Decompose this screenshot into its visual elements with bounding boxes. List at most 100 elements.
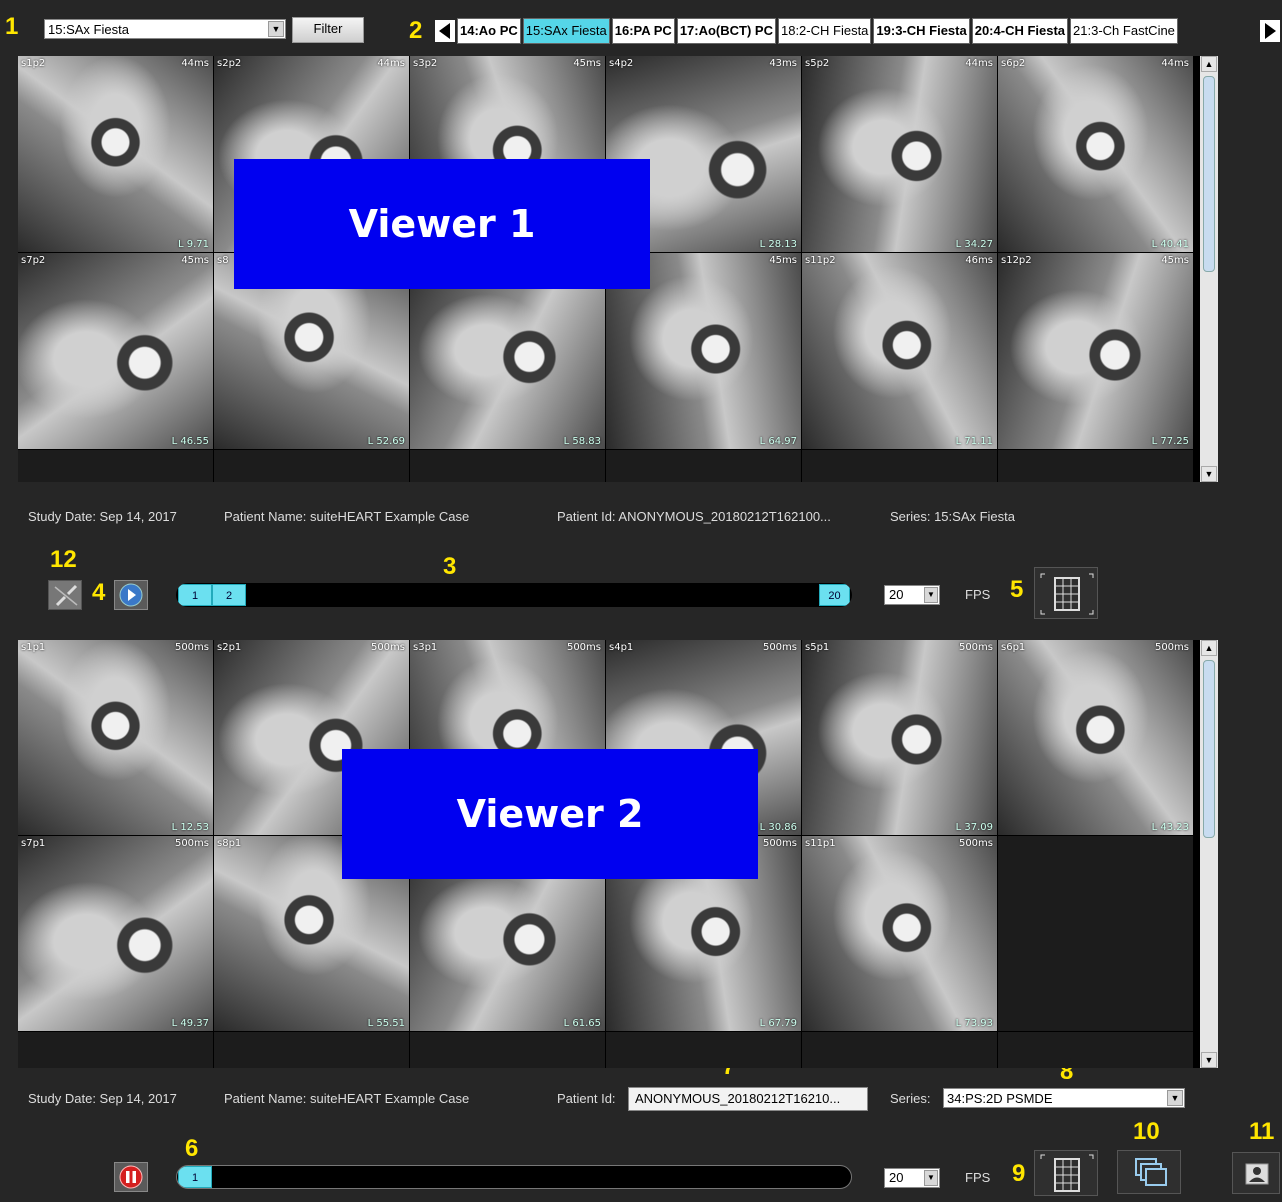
- series-tabs: 14:Ao PC 15:SAx Fiesta 16:PA PC 17:Ao(BC…: [457, 18, 1180, 44]
- trigger-time-label: 44ms: [181, 58, 209, 69]
- tab-scroll-left-button[interactable]: [435, 20, 455, 42]
- patient-id-label: Patient Id:: [557, 1091, 616, 1106]
- image-cell[interactable]: s7p2 45ms L 46.55: [18, 253, 213, 449]
- empty-image-slot[interactable]: [410, 1032, 605, 1068]
- study-date: Study Date: Sep 14, 2017: [28, 1091, 177, 1106]
- left-arrow-icon: [439, 23, 450, 39]
- image-cell[interactable]: s7p1 500ms L 49.37: [18, 836, 213, 1031]
- slice-location-label: L 28.13: [759, 239, 797, 250]
- callout-9: 9: [1012, 1160, 1026, 1187]
- slice-phase-label: s7p1: [21, 838, 46, 849]
- compare-windows-button[interactable]: [1117, 1150, 1181, 1194]
- play-button[interactable]: [114, 580, 148, 610]
- viewer-2-scrollbar[interactable]: ▲ ▼: [1200, 640, 1218, 1068]
- callout-6: 6: [185, 1135, 199, 1162]
- empty-image-slot[interactable]: [214, 1032, 409, 1068]
- slice-location-label: L 77.25: [1151, 436, 1189, 447]
- image-cell[interactable]: s12p2 45ms L 77.25: [998, 253, 1193, 449]
- person-icon: [1245, 1163, 1269, 1185]
- slice-phase-label: s3p1: [413, 642, 438, 653]
- scroll-up-icon[interactable]: ▲: [1201, 640, 1217, 656]
- slice-location-label: L 9.71: [177, 239, 209, 250]
- image-cell[interactable]: s1p2 44ms L 9.71: [18, 56, 213, 252]
- tab-series[interactable]: 20:4-CH Fiesta: [971, 18, 1069, 44]
- tab-series[interactable]: 14:Ao PC: [457, 18, 521, 44]
- patient-name: Patient Name: suiteHEART Example Case: [224, 1091, 470, 1106]
- image-cell[interactable]: s5p2 44ms L 34.27: [802, 56, 997, 252]
- image-cell[interactable]: s6p1 500ms L 43.23: [998, 640, 1193, 835]
- trigger-time-label: 43ms: [769, 58, 797, 69]
- callout-11: 11: [1249, 1118, 1275, 1145]
- layout-grid-button[interactable]: [1034, 1150, 1098, 1196]
- scroll-thumb[interactable]: [1203, 76, 1215, 272]
- tab-scroll-right-button[interactable]: [1260, 20, 1280, 42]
- tab-series[interactable]: 21:3-Ch FastCine: [1070, 18, 1178, 44]
- chevron-down-icon: ▼: [268, 21, 284, 37]
- chevron-down-icon: ▼: [1167, 1090, 1183, 1106]
- scroll-down-icon[interactable]: ▼: [1201, 1052, 1217, 1068]
- slice-phase-label: s1p1: [21, 642, 46, 653]
- series-select[interactable]: 15:SAx Fiesta ▼: [44, 19, 286, 39]
- image-cell[interactable]: s11p2 46ms L 71.11: [802, 253, 997, 449]
- right-arrow-icon: [1265, 23, 1276, 39]
- trigger-time-label: 44ms: [965, 58, 993, 69]
- empty-image-slot[interactable]: [606, 450, 801, 482]
- mri-image: [802, 640, 997, 835]
- scroll-down-icon[interactable]: ▼: [1201, 466, 1217, 482]
- tab-series[interactable]: 17:Ao(BCT) PC: [676, 18, 776, 44]
- empty-image-slot[interactable]: [802, 1032, 997, 1068]
- slice-phase-label: s8p1: [217, 838, 242, 849]
- image-cell[interactable]: s6p2 44ms L 40.41: [998, 56, 1193, 252]
- timeline-frame[interactable]: 1: [178, 1166, 212, 1188]
- empty-image-slot[interactable]: [606, 1032, 801, 1068]
- slice-location-label: L 34.27: [955, 239, 993, 250]
- slice-phase-label: s2p2: [217, 58, 242, 69]
- series-select-value: 15:SAx Fiesta: [48, 22, 129, 37]
- slice-phase-label: s11p1: [805, 838, 836, 849]
- tab-series-active[interactable]: 15:SAx Fiesta: [522, 18, 610, 44]
- fps-select[interactable]: 20 ▼: [884, 585, 940, 605]
- slice-location-label: L 46.55: [171, 436, 209, 447]
- empty-image-slot[interactable]: [410, 450, 605, 482]
- viewer-2-timeline[interactable]: 1: [176, 1165, 852, 1189]
- tab-series[interactable]: 19:3-CH Fiesta: [873, 18, 970, 44]
- fps-select[interactable]: 20 ▼: [884, 1168, 940, 1188]
- viewer-1-timeline[interactable]: 1 2 20: [176, 583, 852, 607]
- empty-image-slot[interactable]: [998, 1032, 1193, 1068]
- patient-info-button[interactable]: [1232, 1152, 1280, 1194]
- tab-series[interactable]: 16:PA PC: [611, 18, 675, 44]
- timeline-frame[interactable]: 2: [212, 584, 246, 606]
- pause-button[interactable]: [114, 1162, 148, 1192]
- timeline-frame-end[interactable]: 20: [819, 584, 850, 606]
- scroll-up-icon[interactable]: ▲: [1201, 56, 1217, 72]
- mri-image: [802, 836, 997, 1031]
- empty-image-slot[interactable]: [998, 836, 1193, 1031]
- slice-phase-label: s11p2: [805, 255, 836, 266]
- image-cell[interactable]: s5p1 500ms L 37.09: [802, 640, 997, 835]
- filter-button[interactable]: Filter: [292, 17, 364, 43]
- image-cell[interactable]: s11p1 500ms L 73.93: [802, 836, 997, 1031]
- mri-image: [18, 836, 213, 1031]
- patient-id-field[interactable]: ANONYMOUS_20180212T16210...: [628, 1087, 868, 1111]
- slice-location-label: L 30.86: [759, 822, 797, 833]
- callout-5: 5: [1010, 576, 1024, 603]
- slice-phase-label: s8: [217, 255, 229, 266]
- empty-image-slot[interactable]: [214, 450, 409, 482]
- trigger-time-label: 500ms: [762, 642, 797, 653]
- fps-value: 20: [889, 1170, 904, 1185]
- fps-value: 20: [889, 587, 904, 602]
- empty-image-slot[interactable]: [18, 450, 213, 482]
- image-cell[interactable]: s1p1 500ms L 12.53: [18, 640, 213, 835]
- empty-image-slot[interactable]: [802, 450, 997, 482]
- layout-grid-button[interactable]: [1034, 567, 1098, 619]
- tab-series[interactable]: 18:2-CH Fiesta: [777, 18, 872, 44]
- trigger-time-label: 45ms: [573, 58, 601, 69]
- empty-image-slot[interactable]: [18, 1032, 213, 1068]
- scroll-thumb[interactable]: [1203, 660, 1215, 838]
- unlink-button[interactable]: [48, 580, 82, 610]
- timeline-frame[interactable]: 1: [178, 584, 212, 606]
- series-select-value: 34:PS:2D PSMDE: [947, 1091, 1053, 1106]
- viewer-2-series-select[interactable]: 34:PS:2D PSMDE ▼: [943, 1088, 1185, 1108]
- empty-image-slot[interactable]: [998, 450, 1193, 482]
- viewer-1-scrollbar[interactable]: ▲ ▼: [1200, 56, 1218, 482]
